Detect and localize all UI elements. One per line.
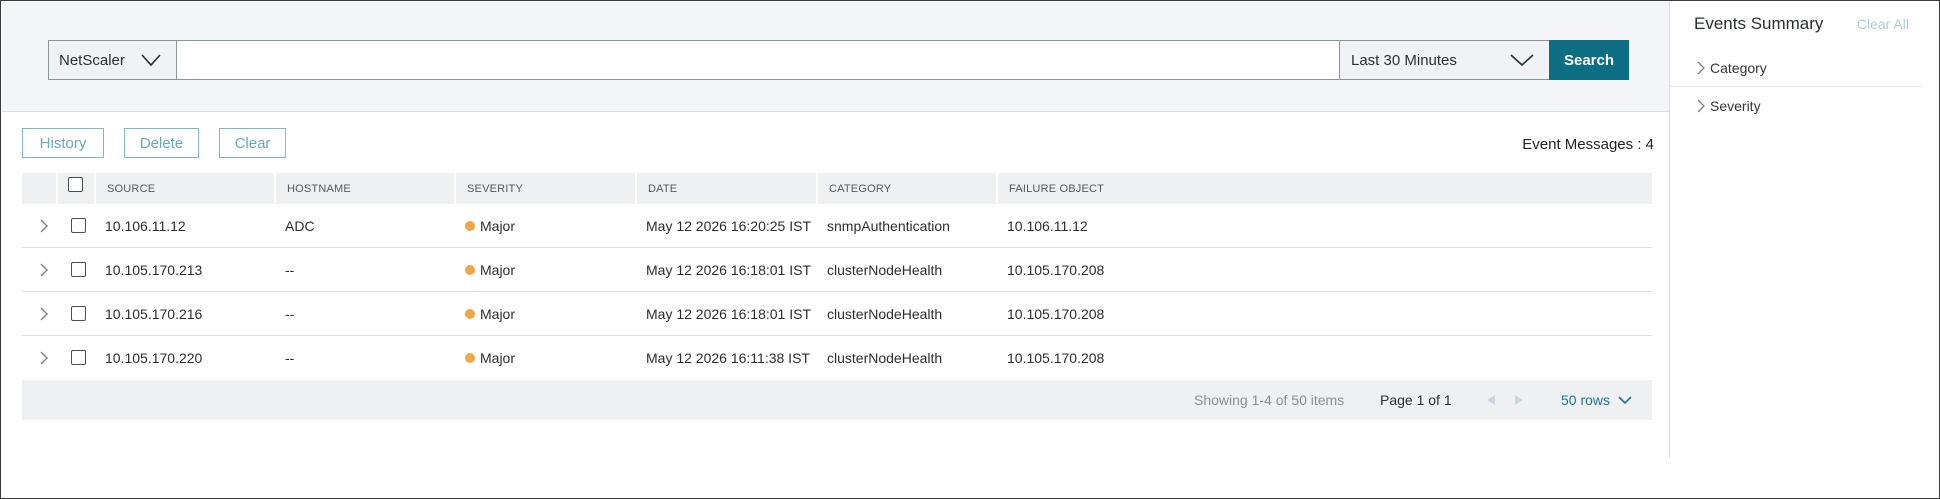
cell-date: May 12 2026 16:11:38 IST	[646, 350, 810, 366]
severity-dot-icon	[465, 221, 475, 231]
cell-category: clusterNodeHealth	[827, 306, 943, 322]
cell-source: 10.105.170.213	[105, 262, 203, 278]
column-header-source[interactable]: SOURCE	[94, 173, 274, 204]
cell-failure-object: 10.106.11.12	[1007, 218, 1088, 234]
prev-page-icon[interactable]	[1484, 393, 1498, 407]
cell-date: May 12 2026 16:18:01 IST	[646, 306, 811, 322]
cell-failure-object: 10.105.170.208	[1007, 262, 1105, 278]
severity-label: Major	[480, 218, 516, 234]
search-input[interactable]	[176, 40, 1340, 80]
column-header-category[interactable]: CATEGORY	[816, 173, 996, 204]
clear-button[interactable]: Clear	[219, 128, 286, 158]
facet-severity-label: Severity	[1710, 98, 1761, 114]
row-checkbox[interactable]	[71, 306, 86, 321]
scope-dropdown-label: NetScaler	[59, 51, 125, 69]
table-footer: Showing 1-4 of 50 items Page 1 of 1 50 r…	[22, 380, 1652, 420]
column-header-date[interactable]: DATE	[635, 173, 816, 204]
scope-dropdown[interactable]: NetScaler	[48, 40, 177, 80]
chevron-right-icon[interactable]	[36, 218, 52, 234]
cell-date: May 12 2026 16:18:01 IST	[646, 262, 811, 278]
cell-hostname: --	[285, 262, 295, 278]
chevron-right-icon[interactable]	[36, 350, 52, 366]
table-header: SOURCE HOSTNAME SEVERITY DATE CATEGORY F…	[22, 173, 1652, 204]
next-page-icon[interactable]	[1512, 393, 1526, 407]
events-summary-title: Events Summary	[1694, 14, 1824, 33]
facet-category-label: Category	[1710, 59, 1767, 76]
row-checkbox[interactable]	[71, 262, 86, 277]
events-table: SOURCE HOSTNAME SEVERITY DATE CATEGORY F…	[22, 173, 1652, 420]
rows-per-page-dropdown[interactable]: 50 rows	[1561, 392, 1632, 408]
chevron-right-icon[interactable]	[36, 306, 52, 322]
cell-date: May 12 2026 16:20:25 IST	[646, 218, 811, 234]
column-header-severity[interactable]: SEVERITY	[454, 173, 635, 204]
severity-label: Major	[480, 306, 516, 322]
cell-severity: Major	[454, 248, 515, 292]
rows-per-page-label: 50 rows	[1561, 392, 1611, 408]
cell-category: clusterNodeHealth	[827, 350, 943, 366]
cell-failure-object: 10.105.170.208	[1007, 350, 1105, 366]
chevron-down-icon	[141, 54, 161, 67]
cell-severity: Major	[454, 292, 515, 336]
select-all-checkbox[interactable]	[68, 177, 83, 192]
facet-severity[interactable]: Severity	[1670, 87, 1922, 125]
cell-hostname: --	[285, 306, 295, 322]
time-range-dropdown[interactable]: Last 30 Minutes	[1339, 40, 1550, 80]
table-row[interactable]: 10.106.11.12 ADC Major May 12 2026 16:20…	[22, 204, 1652, 248]
severity-dot-icon	[465, 265, 475, 275]
page-indicator: Page 1 of 1	[1380, 392, 1452, 408]
delete-button[interactable]: Delete	[124, 128, 199, 158]
column-header-failure-object[interactable]: FAILURE OBJECT	[996, 173, 1652, 204]
row-checkbox[interactable]	[71, 350, 86, 365]
time-range-label: Last 30 Minutes	[1351, 51, 1457, 69]
chevron-right-icon	[1697, 61, 1705, 75]
severity-label: Major	[480, 262, 516, 278]
history-button[interactable]: History	[22, 128, 104, 158]
row-checkbox[interactable]	[71, 218, 86, 233]
chevron-right-icon	[1697, 99, 1705, 113]
chevron-down-icon	[1510, 54, 1534, 67]
severity-dot-icon	[465, 353, 475, 363]
cell-category: clusterNodeHealth	[827, 262, 943, 278]
table-row[interactable]: 10.105.170.213 -- Major May 12 2026 16:1…	[22, 248, 1652, 292]
column-header-hostname[interactable]: HOSTNAME	[274, 173, 454, 204]
cell-hostname: --	[285, 350, 295, 366]
events-summary-panel: Events Summary Clear All Category Severi…	[1669, 2, 1922, 458]
cell-source: 10.105.170.220	[105, 350, 203, 366]
cell-source: 10.106.11.12	[105, 218, 186, 234]
search-bar-area: NetScaler Last 30 Minutes Search	[2, 2, 1669, 112]
table-row[interactable]: 10.105.170.220 -- Major May 12 2026 16:1…	[22, 336, 1652, 380]
chevron-down-icon	[1618, 396, 1632, 405]
items-showing-text: Showing 1-4 of 50 items	[1194, 392, 1345, 408]
cell-severity: Major	[454, 336, 515, 380]
cell-severity: Major	[454, 204, 515, 248]
cell-category: snmpAuthentication	[827, 218, 950, 234]
select-all-cell	[56, 173, 94, 204]
severity-dot-icon	[465, 309, 475, 319]
facet-category[interactable]: Category	[1670, 49, 1922, 87]
clear-all-link[interactable]: Clear All	[1857, 16, 1909, 32]
table-row[interactable]: 10.105.170.216 -- Major May 12 2026 16:1…	[22, 292, 1652, 336]
event-messages-count: Event Messages : 4	[1522, 136, 1654, 153]
search-button[interactable]: Search	[1549, 40, 1629, 80]
cell-hostname: ADC	[285, 218, 315, 234]
cell-source: 10.105.170.216	[105, 306, 203, 322]
chevron-right-icon[interactable]	[36, 262, 52, 278]
cell-failure-object: 10.105.170.208	[1007, 306, 1105, 322]
severity-label: Major	[480, 350, 516, 366]
